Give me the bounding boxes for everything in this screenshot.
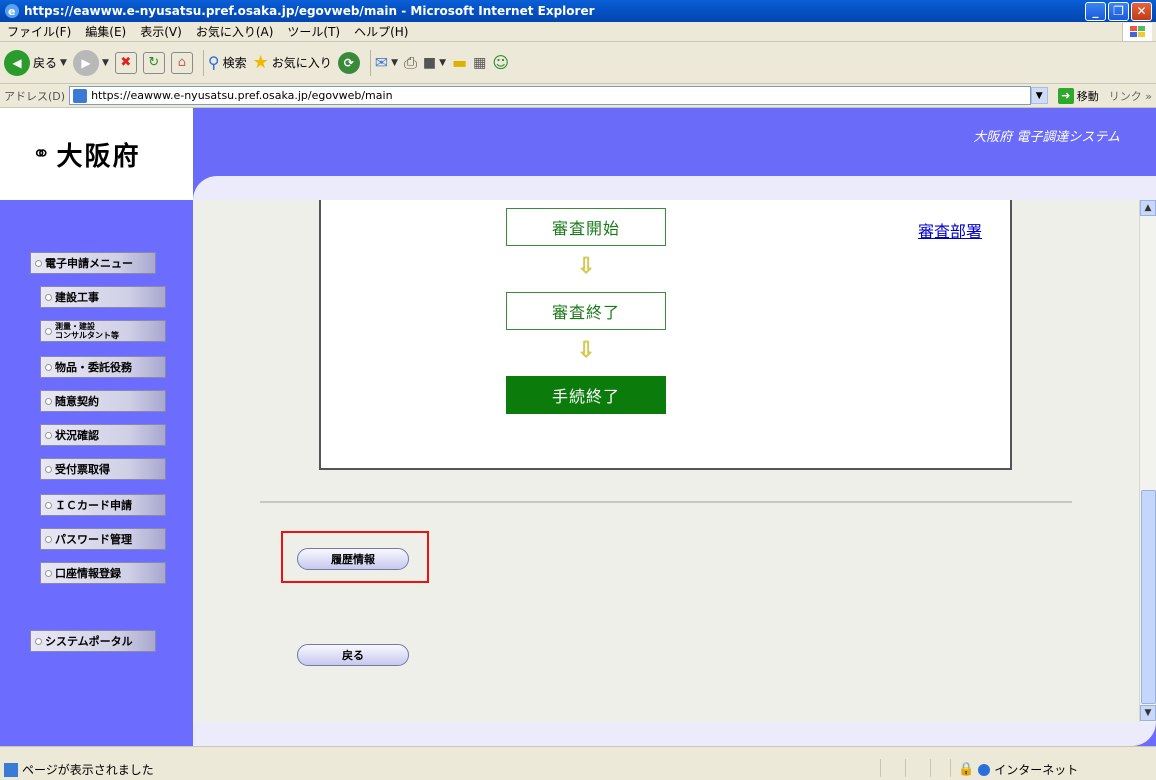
go-button[interactable]: ➜ 移動 bbox=[1052, 87, 1105, 104]
sidebar-item-consulting[interactable]: 測量・建設 コンサルタント等 bbox=[40, 320, 166, 342]
go-arrow-icon: ➜ bbox=[1057, 87, 1074, 104]
close-button[interactable]: ✕ bbox=[1131, 1, 1152, 21]
menu-bar: ファイル(F) 編集(E) 表示(V) お気に入り(A) ツール(T) ヘルプ(… bbox=[0, 22, 1156, 42]
stop-icon: ✖ bbox=[114, 51, 137, 74]
footer-curve bbox=[193, 722, 1156, 746]
home-icon: ⌂ bbox=[170, 51, 193, 74]
window-title-bar: e https://eawww.e-nyusatsu.pref.osaka.jp… bbox=[0, 0, 1156, 22]
sidebar-item-password[interactable]: パスワード管理 bbox=[40, 528, 166, 550]
flow-diagram: 審査開始 ⇩ 審査終了 ⇩ 手続終了 審査部署 bbox=[319, 200, 1012, 470]
chevron-down-icon: ▼ bbox=[439, 57, 447, 68]
header-curve bbox=[193, 176, 1156, 200]
links-button[interactable]: リンク » bbox=[1105, 88, 1156, 104]
scroll-down-icon[interactable]: ▼ bbox=[1140, 705, 1156, 721]
back-button[interactable]: ◀ 戻る ▼ bbox=[4, 49, 67, 76]
page-icon bbox=[73, 88, 88, 103]
review-department-link[interactable]: 審査部署 bbox=[918, 218, 982, 242]
star-icon: ★ bbox=[252, 52, 269, 73]
scroll-thumb[interactable] bbox=[1141, 490, 1156, 704]
forward-arrow-icon: ▶ bbox=[72, 49, 99, 76]
vertical-scrollbar[interactable]: ▲ ▼ bbox=[1139, 200, 1156, 722]
ie-icon: e bbox=[5, 4, 19, 18]
refresh-button[interactable]: ↻ bbox=[142, 51, 165, 74]
folder-icon: ▬ bbox=[452, 53, 468, 72]
sidebar-menu-title[interactable]: 電子申請メニュー bbox=[30, 252, 156, 274]
osaka-emblem-icon: ⚭ bbox=[32, 141, 51, 167]
forward-button[interactable]: ▶ ▼ bbox=[72, 49, 109, 76]
messenger-button[interactable]: ☺ bbox=[492, 53, 509, 72]
back-arrow-icon: ◀ bbox=[4, 49, 30, 76]
page-icon bbox=[4, 762, 18, 777]
address-label: アドレス(D) bbox=[4, 89, 66, 103]
messenger-icon: ☺ bbox=[492, 53, 510, 72]
page-viewport: ⚭ 大阪府 大阪府 電子調達システム 電子申請メニュー 建設工事 測量・建設 コ… bbox=[0, 108, 1156, 746]
flow-step-review-end: 審査終了 bbox=[506, 292, 666, 330]
menu-tools[interactable]: ツール(T) bbox=[280, 23, 347, 40]
address-input[interactable]: https://eawww.e-nyusatsu.pref.osaka.jp/e… bbox=[69, 86, 1031, 105]
menu-file[interactable]: ファイル(F) bbox=[0, 23, 78, 40]
scroll-up-icon[interactable]: ▲ bbox=[1140, 200, 1156, 216]
sidebar-item-construction[interactable]: 建設工事 bbox=[40, 286, 166, 308]
favorites-button[interactable]: ★ お気に入り bbox=[253, 52, 332, 73]
search-icon: ⚲ bbox=[207, 53, 220, 72]
minimize-button[interactable]: _ bbox=[1085, 1, 1106, 21]
flow-step-procedure-end: 手続終了 bbox=[506, 376, 666, 414]
sidebar: 電子申請メニュー 建設工事 測量・建設 コンサルタント等 物品・委託役務 随意契… bbox=[0, 200, 193, 746]
system-name: 大阪府 電子調達システム bbox=[973, 130, 1120, 145]
refresh-icon: ↻ bbox=[142, 51, 165, 74]
sidebar-item-status[interactable]: 状況確認 bbox=[40, 424, 166, 446]
logo-text: 大阪府 bbox=[56, 141, 141, 172]
globe-icon bbox=[978, 763, 991, 776]
down-arrow-icon: ⇩ bbox=[577, 254, 596, 279]
mail-icon: ✉ bbox=[374, 53, 389, 72]
svg-text:e: e bbox=[8, 5, 15, 18]
history-toolbar-button[interactable]: ⟳ bbox=[337, 51, 360, 74]
sidebar-item-ic-card[interactable]: ＩＣカード申請 bbox=[40, 494, 166, 516]
folder-button[interactable]: ▬ bbox=[452, 53, 467, 72]
main-content: 審査開始 ⇩ 審査終了 ⇩ 手続終了 審査部署 履歴情報 戻る bbox=[193, 200, 1139, 722]
sidebar-item-goods[interactable]: 物品・委託役務 bbox=[40, 356, 166, 378]
menu-favorites[interactable]: お気に入り(A) bbox=[189, 23, 281, 40]
history-info-button[interactable]: 履歴情報 bbox=[297, 548, 409, 570]
sidebar-item-receipt[interactable]: 受付票取得 bbox=[40, 458, 166, 480]
menu-edit[interactable]: 編集(E) bbox=[78, 23, 133, 40]
print-button[interactable]: ⎙ bbox=[404, 53, 417, 73]
sidebar-system-portal[interactable]: システムポータル bbox=[30, 630, 156, 652]
research-icon: ▦ bbox=[473, 54, 487, 71]
status-message: ページが表示されました bbox=[4, 761, 154, 778]
search-button[interactable]: ⚲ 検索 bbox=[208, 53, 247, 72]
address-bar: アドレス(D) https://eawww.e-nyusatsu.pref.os… bbox=[0, 84, 1156, 108]
sidebar-item-account[interactable]: 口座情報登録 bbox=[40, 562, 166, 584]
chevron-down-icon: ▼ bbox=[391, 57, 399, 68]
divider bbox=[260, 501, 1072, 503]
flow-step-review-start: 審査開始 bbox=[506, 208, 666, 246]
research-button[interactable]: ▦ bbox=[473, 55, 486, 71]
back-page-button[interactable]: 戻る bbox=[297, 644, 409, 666]
lock-icon: 🔒 bbox=[958, 762, 975, 777]
chevron-down-icon: ▼ bbox=[60, 57, 67, 68]
mail-button[interactable]: ✉ ▼ bbox=[375, 53, 398, 72]
menu-view[interactable]: 表示(V) bbox=[133, 23, 189, 40]
window-title: https://eawww.e-nyusatsu.pref.osaka.jp/e… bbox=[24, 4, 595, 18]
windows-logo-icon bbox=[1122, 23, 1152, 41]
edit-icon: ■ bbox=[422, 54, 437, 71]
logo-area: ⚭ 大阪府 bbox=[0, 108, 193, 200]
sidebar-item-private-contract[interactable]: 随意契約 bbox=[40, 390, 166, 412]
status-bar: ページが表示されました 🔒 インターネット bbox=[0, 746, 1156, 780]
history-icon: ⟳ bbox=[337, 51, 360, 74]
stop-button[interactable]: ✖ bbox=[114, 51, 137, 74]
home-button[interactable]: ⌂ bbox=[170, 51, 193, 74]
menu-help[interactable]: ヘルプ(H) bbox=[347, 23, 415, 40]
security-zone: 🔒 インターネット bbox=[958, 762, 1079, 777]
down-arrow-icon: ⇩ bbox=[577, 338, 596, 363]
toolbar: ◀ 戻る ▼ ▶ ▼ ✖ ↻ ⌂ ⚲ 検索 ★ お気に入り ⟳ ✉ ▼ ⎙ ■ … bbox=[0, 42, 1156, 84]
chevron-down-icon: ▼ bbox=[101, 57, 109, 68]
printer-icon: ⎙ bbox=[404, 52, 417, 72]
edit-button[interactable]: ■ ▼ bbox=[423, 55, 446, 71]
address-url: https://eawww.e-nyusatsu.pref.osaka.jp/e… bbox=[91, 89, 393, 102]
address-dropdown-icon[interactable]: ▼ bbox=[1030, 87, 1048, 104]
maximize-button[interactable]: ❐ bbox=[1108, 1, 1129, 21]
